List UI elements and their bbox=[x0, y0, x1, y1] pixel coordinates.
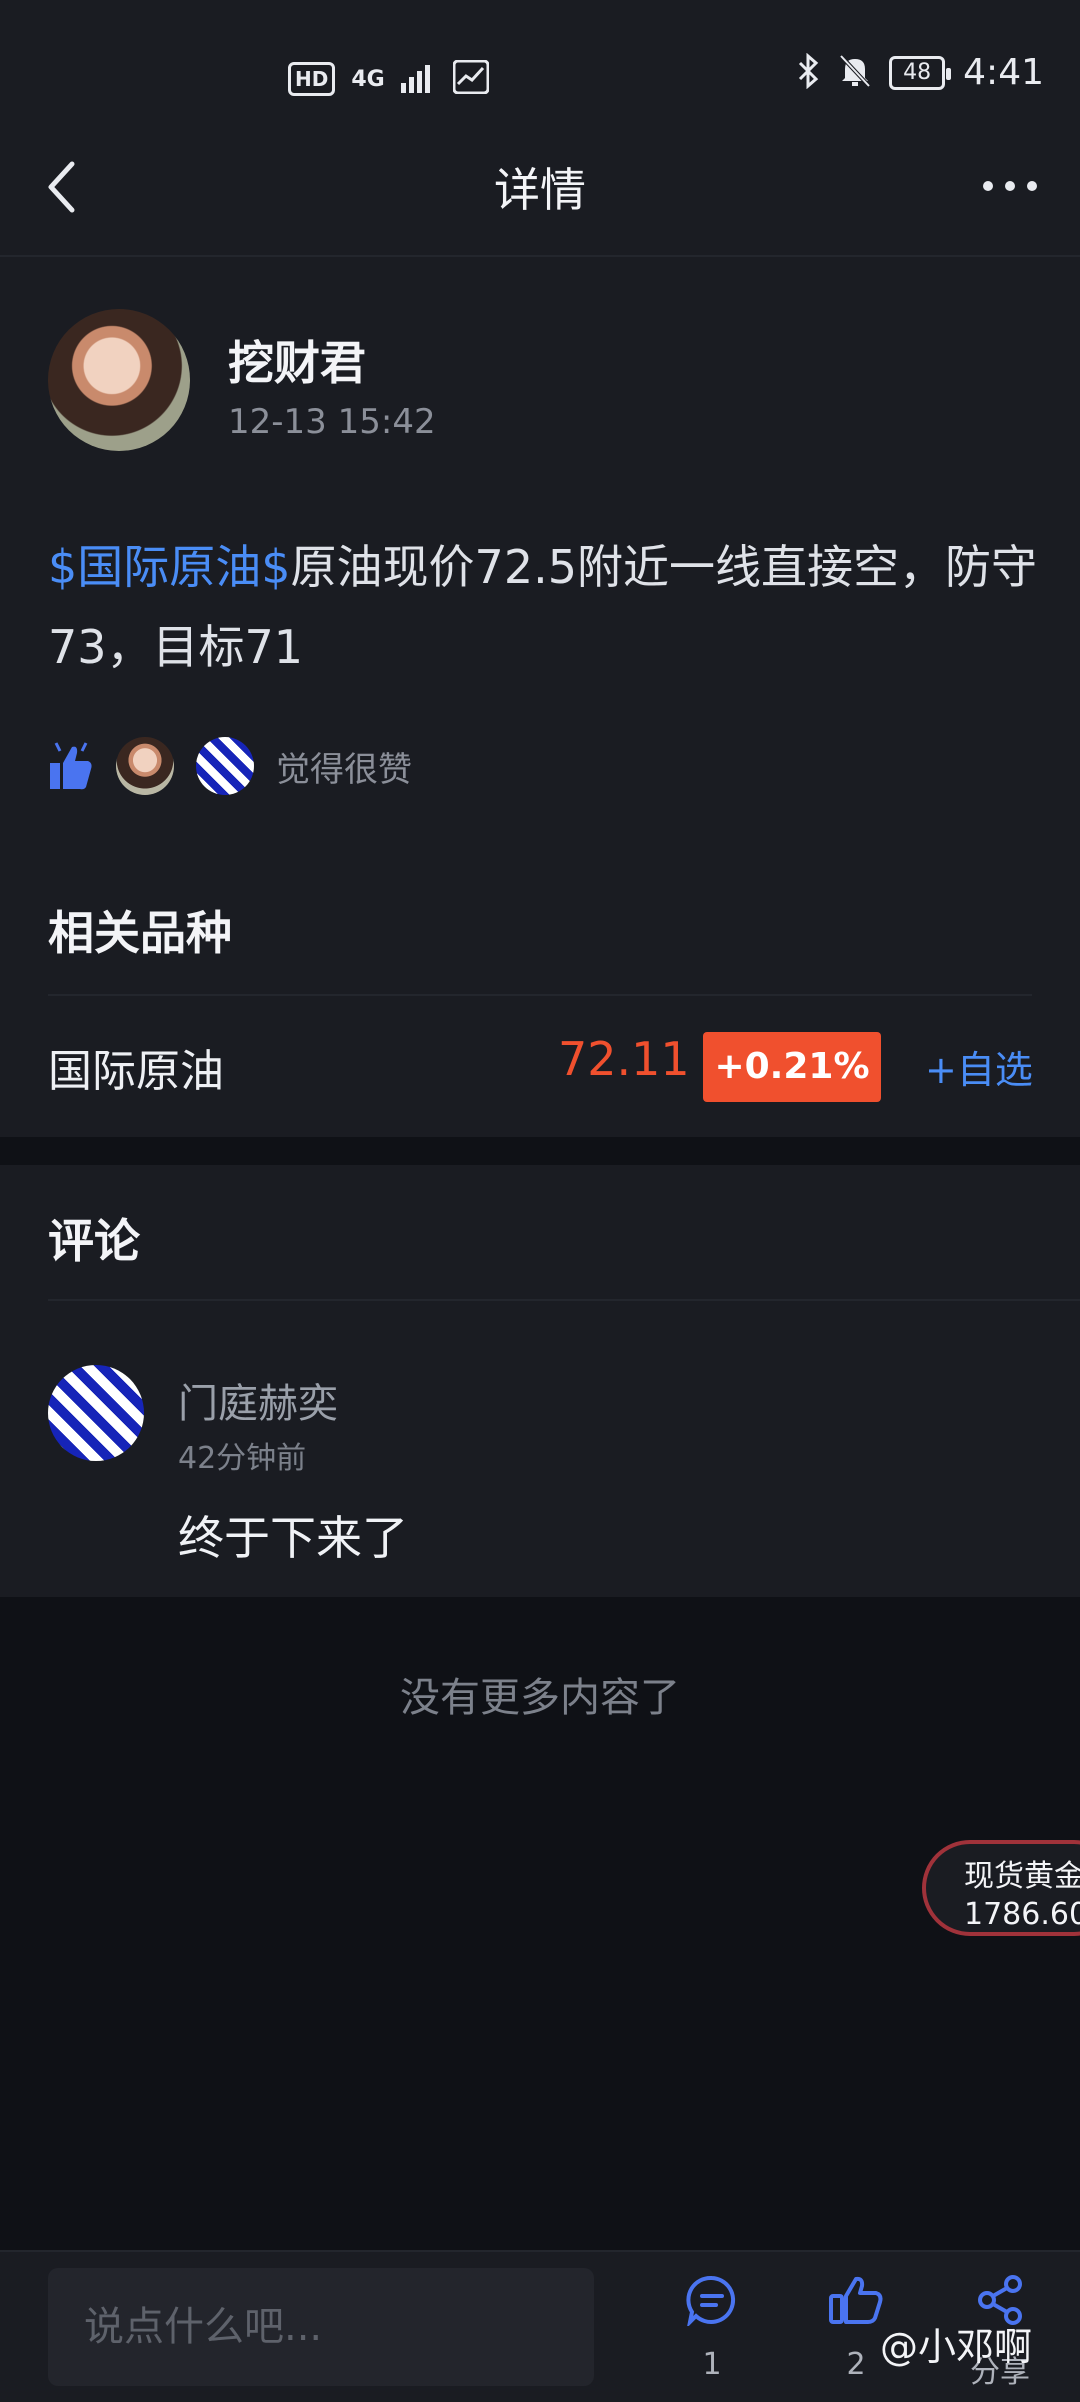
related-symbol-name[interactable]: 国际原油 bbox=[48, 1035, 224, 1099]
commenter-avatar[interactable] bbox=[48, 1365, 144, 1461]
battery-icon: 48 bbox=[889, 55, 952, 90]
clock: 4:41 bbox=[963, 52, 1044, 93]
status-right-icons: 48 4:41 bbox=[797, 52, 1044, 93]
status-bar: HD 4G 48 4:41 bbox=[0, 0, 1080, 130]
divider bbox=[48, 1299, 1080, 1301]
comment-icon bbox=[672, 2274, 752, 2341]
page-title: 详情 bbox=[494, 163, 586, 217]
related-symbol-change-badge: +0.21% bbox=[703, 1032, 881, 1102]
related-section-title: 相关品种 bbox=[48, 906, 232, 960]
likes-row[interactable]: 觉得很赞 bbox=[48, 737, 412, 795]
network-label: 4G bbox=[351, 66, 385, 92]
top-nav-bar: 详情 bbox=[0, 130, 1080, 257]
more-options-button[interactable] bbox=[980, 156, 1040, 228]
comment-text[interactable]: 终于下来了 bbox=[178, 1502, 408, 1568]
floating-quote-price: 1786.60 bbox=[964, 1897, 1080, 1932]
commenter-name[interactable]: 门庭赫奕 bbox=[178, 1371, 338, 1429]
post-tag-link[interactable]: $国际原油$ bbox=[48, 540, 291, 594]
post-time: 12-13 15:42 bbox=[228, 402, 436, 442]
liker-avatar[interactable] bbox=[196, 737, 254, 795]
comment-time: 42分钟前 bbox=[178, 1441, 307, 1476]
liker-avatar[interactable] bbox=[116, 737, 174, 795]
bluetooth-icon bbox=[797, 52, 821, 93]
no-more-content-label: 没有更多内容了 bbox=[400, 1675, 680, 1721]
author-avatar[interactable] bbox=[48, 309, 190, 451]
add-to-watchlist-button[interactable]: +自选 bbox=[925, 1039, 1033, 1094]
signal-icon bbox=[400, 61, 437, 97]
hd-icon: HD bbox=[288, 62, 336, 96]
floating-quote-name: 现货黄金 bbox=[964, 1859, 1080, 1894]
mute-icon bbox=[839, 54, 871, 92]
thumbs-up-icon bbox=[48, 739, 94, 793]
status-center-icons: HD 4G bbox=[288, 59, 490, 98]
watermark-text: @小邓啊 bbox=[880, 2325, 1033, 2369]
more-icon bbox=[983, 181, 1037, 191]
post-card: 挖财君 12-13 15:42 $国际原油$原油现价72.5附近一线直接空，防守… bbox=[0, 257, 1080, 1137]
comments-title: 评论 bbox=[48, 1214, 140, 1268]
floating-quote-widget[interactable]: 现货黄金 1786.60 bbox=[922, 1840, 1080, 1936]
divider bbox=[48, 994, 1032, 996]
post-content: $国际原油$原油现价72.5附近一线直接空，防守73，目标71 bbox=[48, 527, 1038, 687]
comment-count: 1 bbox=[702, 2347, 722, 2382]
likes-text: 觉得很赞 bbox=[276, 749, 412, 790]
related-symbol-price: 72.11 bbox=[558, 1032, 690, 1086]
comment-button[interactable]: 1 bbox=[672, 2274, 752, 2382]
author-name[interactable]: 挖财君 bbox=[228, 327, 366, 393]
app-chart-icon bbox=[452, 59, 490, 98]
comments-section: 评论 门庭赫奕 42分钟前 终于下来了 bbox=[0, 1165, 1080, 1597]
comment-input[interactable] bbox=[48, 2268, 594, 2386]
